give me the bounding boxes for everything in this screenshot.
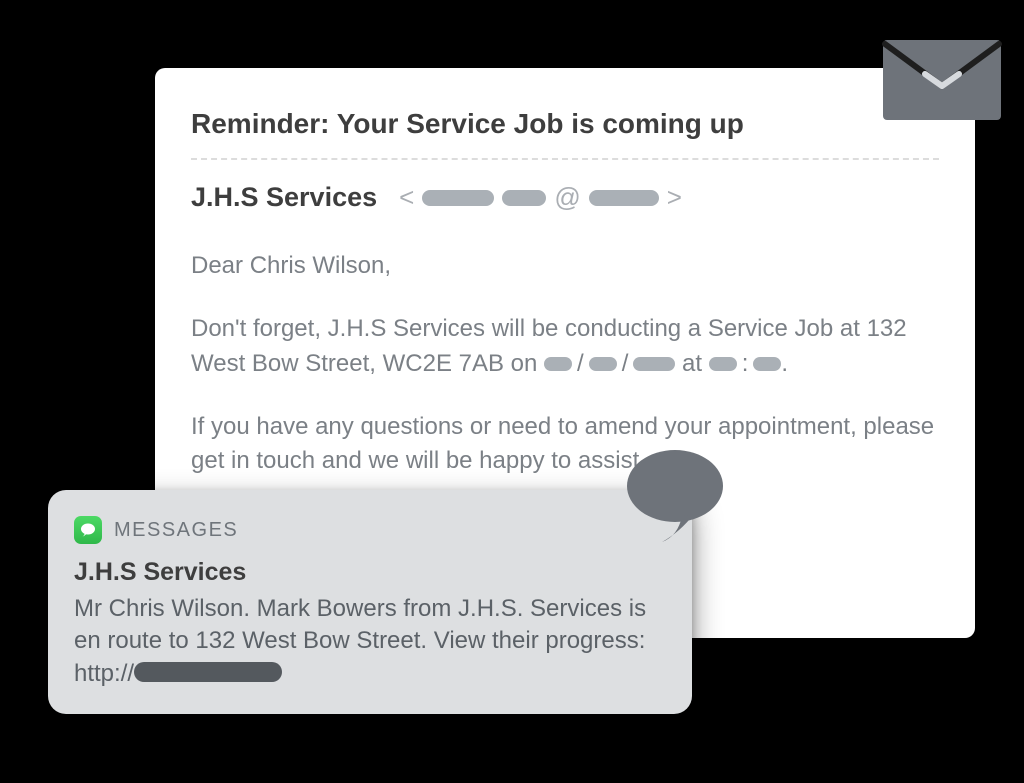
- redacted-block: [544, 357, 572, 371]
- email-sender-row: J.H.S Services < @ >: [191, 182, 939, 213]
- redacted-block: [753, 357, 781, 371]
- redacted-block: [633, 357, 675, 371]
- redacted-block: [709, 357, 737, 371]
- messages-app-icon: [74, 516, 102, 544]
- angle-open: <: [399, 182, 414, 213]
- email-paragraph-1: Don't forget, J.H.S Services will be con…: [191, 312, 939, 382]
- email-body: Dear Chris Wilson, Don't forget, J.H.S S…: [191, 249, 939, 479]
- angle-close: >: [667, 182, 682, 213]
- redacted-block: [422, 190, 494, 206]
- colon: :: [742, 347, 749, 382]
- email-paragraph-2: If you have any questions or need to ame…: [191, 410, 939, 480]
- redacted-block: [589, 357, 617, 371]
- email-greeting: Dear Chris Wilson,: [191, 249, 939, 284]
- redacted-url: [134, 662, 282, 682]
- email-sender-address: < @ >: [399, 182, 682, 213]
- at-symbol: @: [554, 182, 580, 213]
- redacted-block: [589, 190, 659, 206]
- sms-body: Mr Chris Wilson. Mark Bowers from J.H.S.…: [74, 593, 666, 690]
- sms-card: MESSAGES J.H.S Services Mr Chris Wilson.…: [48, 490, 692, 714]
- email-text: at: [682, 350, 709, 377]
- redacted-date: / /: [544, 347, 675, 382]
- sms-sender: J.H.S Services: [74, 558, 666, 587]
- period: .: [781, 350, 788, 377]
- redacted-time: :: [709, 347, 782, 382]
- slash: /: [622, 347, 629, 382]
- email-divider: [191, 158, 939, 160]
- slash: /: [577, 347, 584, 382]
- sms-app-label: MESSAGES: [114, 519, 238, 542]
- chat-bubble-icon: [620, 446, 730, 546]
- envelope-icon: [881, 36, 1003, 124]
- email-subject: Reminder: Your Service Job is coming up: [191, 108, 939, 140]
- sms-header: MESSAGES: [74, 516, 666, 544]
- redacted-block: [502, 190, 546, 206]
- email-sender-name: J.H.S Services: [191, 182, 377, 213]
